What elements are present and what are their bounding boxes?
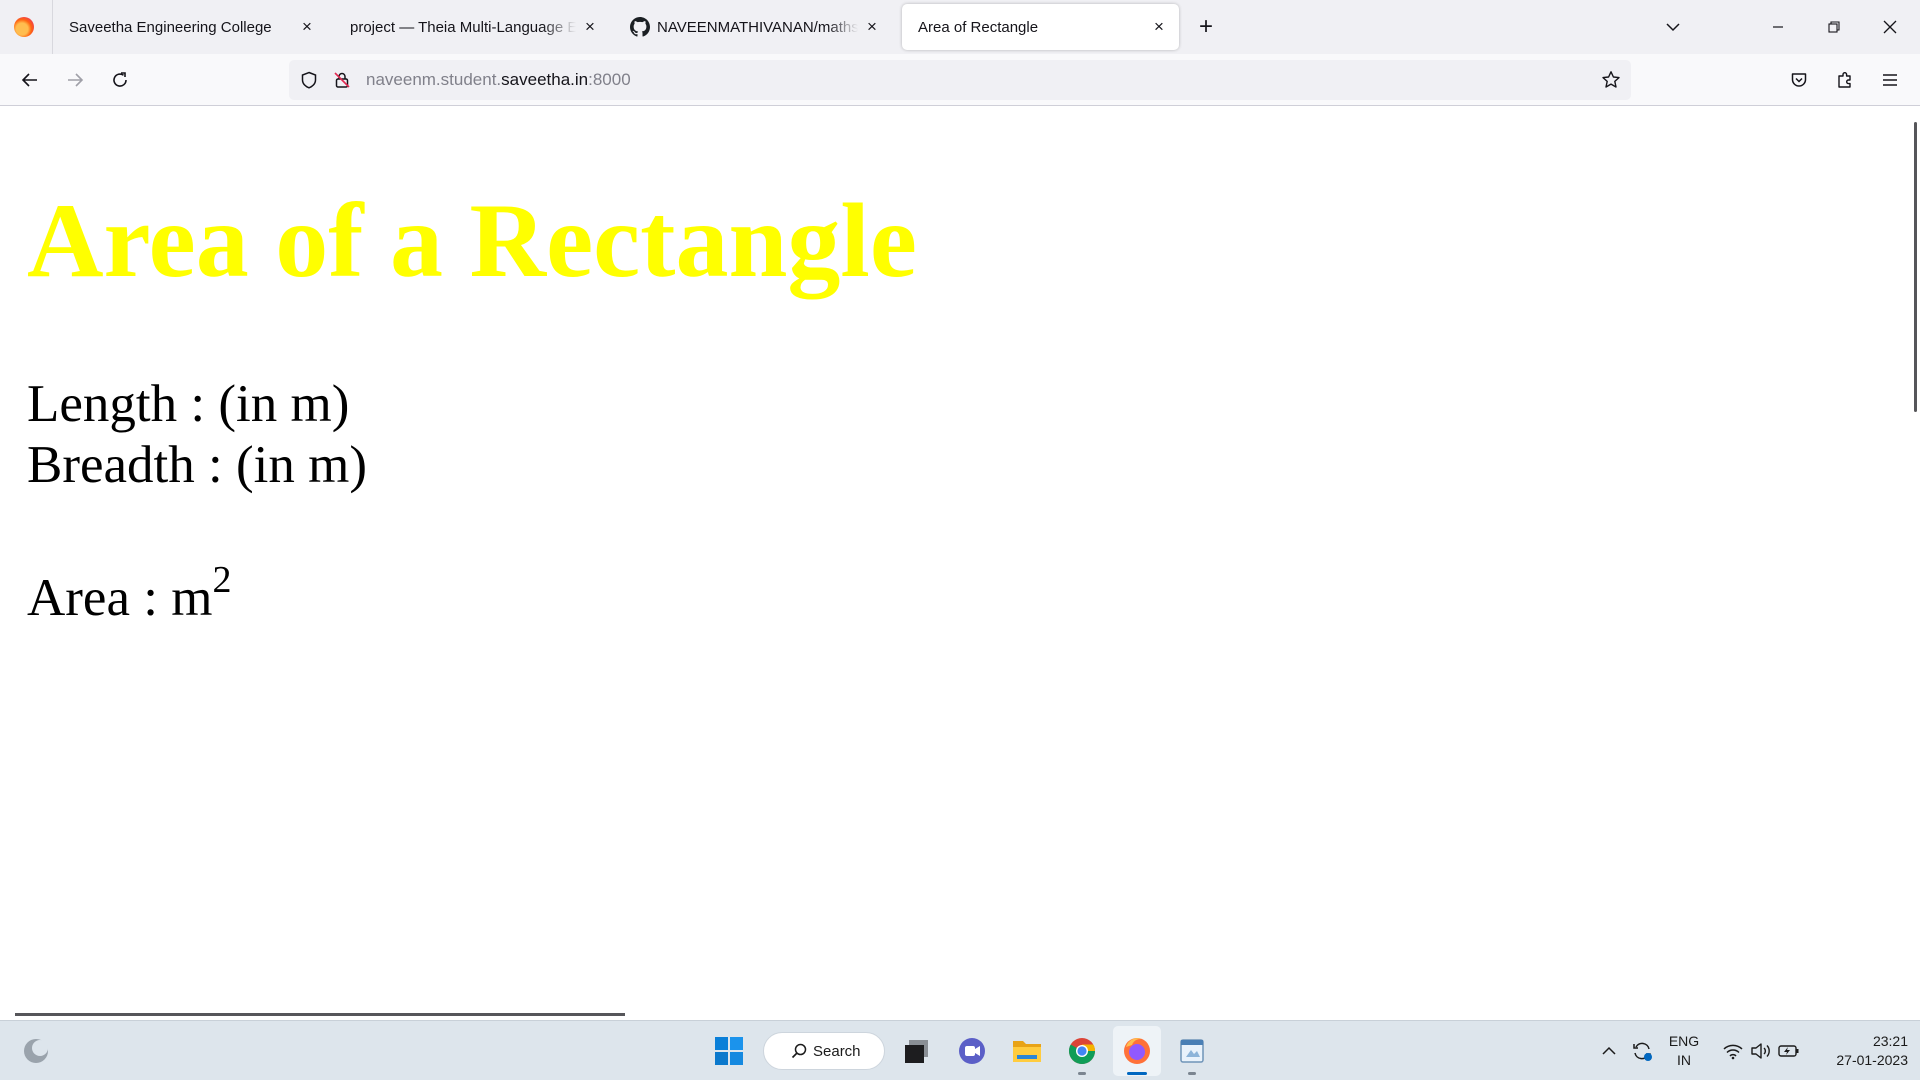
show-hidden-icons-chevron-icon[interactable] [1591, 1031, 1627, 1071]
url-subdomain: naveenm.student. [366, 70, 502, 89]
task-view-icon[interactable] [897, 1031, 937, 1071]
firefox-icon[interactable] [1117, 1031, 1157, 1071]
arrow-left-icon [21, 73, 37, 87]
tab-title: Area of Rectangle [918, 18, 1039, 36]
language-code: ENG [1668, 1033, 1700, 1049]
tab-saveetha[interactable]: Saveetha Engineering College × [53, 4, 327, 50]
github-icon [630, 17, 650, 37]
start-windows-icon[interactable] [709, 1031, 749, 1071]
arrow-right-icon [68, 73, 84, 87]
tab-close-icon[interactable]: × [576, 13, 604, 41]
battery-charging-icon [1778, 1045, 1799, 1057]
tracking-protection-shield-icon[interactable] [299, 70, 319, 90]
volume-icon [1751, 1043, 1770, 1059]
tab-github-repo[interactable]: NAVEENMATHIVANAN/mathseries × [616, 4, 892, 50]
clock[interactable]: 23:21 27-01-2023 [1812, 1032, 1908, 1070]
hamburger-menu-icon [1883, 74, 1897, 86]
firefox-view-icon[interactable] [14, 17, 34, 37]
tab-area-of-rectangle[interactable]: Area of Rectangle × [902, 4, 1179, 50]
url-text[interactable]: naveenm.student.saveetha.in:8000 [366, 70, 631, 90]
forward-button[interactable] [59, 64, 91, 96]
restore-button[interactable] [1806, 0, 1862, 54]
bookmark-star-icon[interactable] [1601, 70, 1621, 90]
tab-title: NAVEENMATHIVANAN/mathseries [657, 18, 858, 36]
url-domain: saveetha.in [501, 70, 589, 89]
navigation-toolbar: naveenm.student.saveetha.in:8000 [0, 54, 1920, 106]
tab-title: project — Theia Multi-Language Explorer [350, 18, 576, 36]
input-language-indicator[interactable]: ENG IN [1664, 1032, 1704, 1070]
snipping-tool-icon[interactable] [1172, 1031, 1212, 1071]
area-label: Area : m2 [27, 561, 231, 629]
restore-icon [1828, 21, 1840, 33]
teams-chat-icon[interactable] [952, 1031, 992, 1071]
breadth-label: Breadth : (in m) [27, 436, 367, 494]
horizontal-scrollbar-thumb[interactable] [15, 1013, 625, 1016]
sync-status-icon[interactable] [1624, 1031, 1660, 1071]
pocket-icon [1791, 73, 1807, 87]
file-explorer-icon[interactable] [1007, 1031, 1047, 1071]
vertical-scrollbar-thumb[interactable] [1914, 122, 1917, 412]
tab-close-icon[interactable]: × [858, 13, 886, 41]
tab-close-icon[interactable]: × [1145, 13, 1173, 41]
open-menu-button[interactable] [1874, 64, 1906, 96]
length-label: Length : (in m) [27, 375, 350, 433]
back-button[interactable] [14, 64, 46, 96]
snipping-tool-running-indicator [1188, 1072, 1196, 1075]
search-icon [791, 1043, 807, 1059]
insecure-lock-icon[interactable] [332, 70, 352, 90]
screen: Saveetha Engineering College × project —… [0, 0, 1920, 1080]
close-window-button[interactable] [1862, 0, 1918, 54]
taskbar-search-box[interactable]: Search [763, 1032, 885, 1070]
reload-icon [113, 72, 127, 87]
clock-date: 27-01-2023 [1836, 1052, 1908, 1068]
list-all-tabs-button[interactable] [1657, 12, 1689, 42]
area-unit-exponent: 2 [212, 559, 232, 601]
new-tab-button[interactable]: + [1191, 12, 1221, 42]
tab-theia-project[interactable]: project — Theia Multi-Language Explorer … [334, 4, 610, 50]
minimize-button[interactable] [1750, 0, 1806, 54]
tab-close-icon[interactable]: × [293, 13, 321, 41]
chrome-running-indicator [1078, 1072, 1086, 1075]
url-bar[interactable]: naveenm.student.saveetha.in:8000 [289, 60, 1631, 100]
chrome-icon[interactable] [1062, 1031, 1102, 1071]
extensions-button[interactable] [1829, 64, 1861, 96]
clock-time: 23:21 [1872, 1033, 1908, 1049]
network-volume-battery-group[interactable] [1716, 1031, 1806, 1071]
firefox-active-indicator [1127, 1072, 1147, 1075]
wifi-icon [1723, 1044, 1743, 1060]
weather-widget-icon[interactable] [16, 1031, 56, 1071]
chevron-down-icon [1666, 23, 1680, 32]
area-label-text: Area : m [27, 569, 213, 627]
tab-strip: Saveetha Engineering College × project —… [0, 0, 1920, 54]
page-title: Area of a Rectangle [27, 182, 917, 299]
close-icon [1883, 20, 1897, 34]
region-code: IN [1677, 1052, 1691, 1068]
reload-button[interactable] [104, 64, 136, 96]
windows-taskbar: Search ENG IN 23:21 27-01-2023 [0, 1020, 1920, 1080]
url-port: :8000 [588, 70, 631, 89]
puzzle-piece-icon [1838, 72, 1851, 88]
pocket-button[interactable] [1783, 64, 1815, 96]
search-label: Search [813, 1042, 861, 1060]
tab-title: Saveetha Engineering College [69, 18, 272, 36]
minimize-icon [1773, 26, 1783, 28]
page-viewport: Area of a Rectangle Length : (in m) Brea… [0, 106, 1920, 1020]
